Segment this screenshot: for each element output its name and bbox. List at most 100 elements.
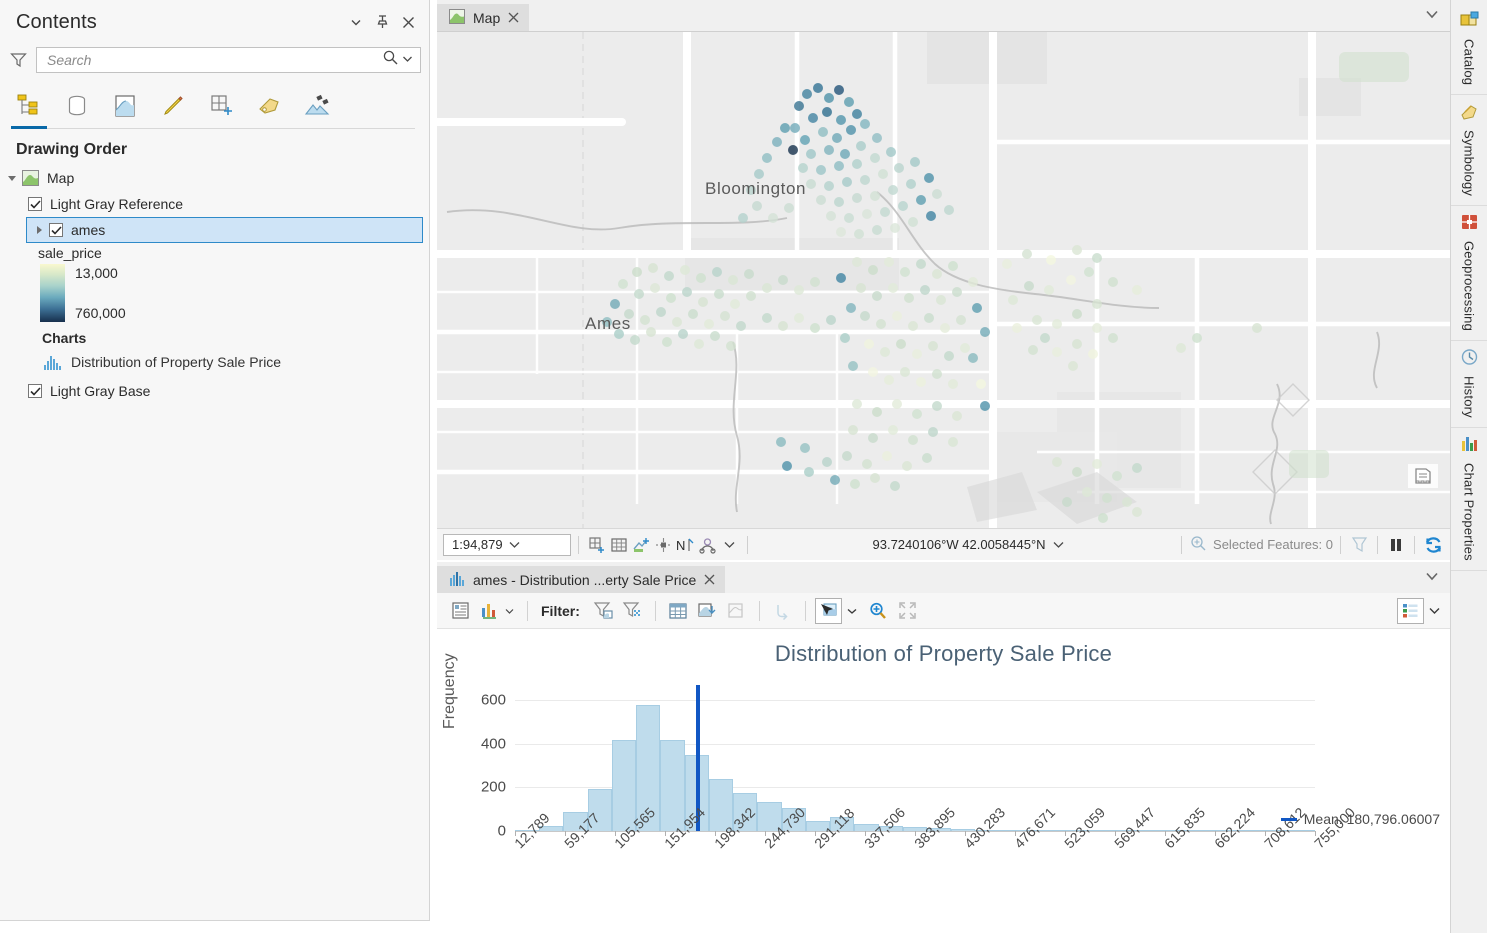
- ramp-max-label: 760,000: [75, 305, 126, 321]
- zoom-to-selection-icon[interactable]: [694, 598, 721, 624]
- map-canvas[interactable]: Bloomington Ames: [437, 31, 1450, 528]
- chart-selection-tool-icon[interactable]: [814, 597, 842, 624]
- map-tab-close-icon[interactable]: [508, 10, 519, 26]
- zoom-in-icon[interactable]: [865, 598, 892, 624]
- dock-tab-symbology[interactable]: Symbology: [1451, 95, 1487, 207]
- tree-item-light-gray-reference[interactable]: Light Gray Reference: [0, 191, 429, 217]
- divider: [1181, 535, 1183, 554]
- chart-legend[interactable]: Mean: 180,796.06007: [1280, 811, 1440, 827]
- layer-visibility-checkbox[interactable]: [28, 384, 42, 398]
- plot-wrapper: Frequency 0 200 400 600 12,789 59,177 105,565…: [437, 653, 1450, 873]
- chart-tab-bar: ames - Distribution ...erty Sale Price: [437, 562, 1450, 593]
- list-by-drawing-order-icon[interactable]: [8, 86, 50, 129]
- chart-tab-close-icon[interactable]: [704, 572, 715, 588]
- scale-chevron-down-icon[interactable]: [509, 537, 566, 552]
- link-views-icon[interactable]: [696, 534, 718, 556]
- map-tab-icon: [449, 8, 465, 27]
- layer-symbology: sale_price 13,000 760,000: [0, 243, 429, 322]
- coordinates-chevron-down-icon[interactable]: [1053, 537, 1064, 552]
- y-axis-tick-label: 600: [480, 691, 506, 709]
- close-icon[interactable]: [397, 11, 419, 33]
- layer-visibility-checkbox[interactable]: [28, 197, 42, 211]
- dock-tab-catalog[interactable]: Catalog: [1451, 4, 1487, 96]
- chart-type-chevron-down-icon[interactable]: [505, 602, 514, 620]
- tab-chart[interactable]: ames - Distribution ...erty Sale Price: [437, 566, 726, 593]
- contents-menu-chevron-icon[interactable]: [345, 11, 367, 33]
- search-options-chevron-icon[interactable]: [399, 51, 416, 69]
- clear-selection-icon[interactable]: [1348, 534, 1370, 556]
- list-by-data-source-icon[interactable]: [56, 86, 98, 126]
- add-bookmark-icon[interactable]: [630, 534, 652, 556]
- chart-list-item[interactable]: Distribution of Property Sale Price: [0, 350, 429, 374]
- full-extent-icon[interactable]: [894, 598, 921, 624]
- histogram-bar[interactable]: [660, 739, 685, 831]
- layer-visibility-checkbox[interactable]: [49, 223, 63, 237]
- dock-tab-chart-properties[interactable]: Chart Properties: [1451, 428, 1487, 572]
- color-ramp-labels: 13,000 760,000: [75, 264, 126, 322]
- switch-selection-icon[interactable]: [769, 598, 796, 624]
- add-grid-icon[interactable]: [586, 534, 608, 556]
- divider: [654, 600, 656, 621]
- charts-group-header: Charts: [42, 330, 87, 346]
- histogram-icon: [449, 571, 465, 589]
- chart-toolbar-right-group: [1397, 597, 1440, 624]
- list-by-labeling-icon[interactable]: [248, 86, 290, 126]
- north-arrow-icon[interactable]: N: [674, 534, 696, 556]
- select-features-icon[interactable]: [723, 598, 750, 624]
- list-by-editing-icon[interactable]: [152, 86, 194, 126]
- basemap-attribution-icon[interactable]: [1408, 464, 1438, 488]
- map-scale-combobox[interactable]: 1:94,879: [443, 533, 571, 556]
- chart-legend-chevron-down-icon[interactable]: [1429, 602, 1440, 620]
- map-coordinates-value: 93.7240106°W 42.0058445°N: [872, 537, 1046, 552]
- tree-item-light-gray-base[interactable]: Light Gray Base: [0, 378, 429, 404]
- search-icon[interactable]: [382, 49, 399, 71]
- map-panel-chevron-icon[interactable]: [1426, 6, 1438, 24]
- selection-tool-chevron-down-icon[interactable]: [847, 602, 857, 620]
- layer-label: ames: [71, 222, 106, 238]
- filter-by-extent-icon[interactable]: [590, 598, 617, 624]
- statusbar-chevron-down-icon[interactable]: [718, 534, 740, 556]
- list-by-snapping-icon[interactable]: [200, 86, 242, 126]
- search-box[interactable]: [36, 47, 421, 73]
- dock-tab-label: History: [1461, 376, 1477, 419]
- catalog-icon: [1460, 11, 1479, 34]
- refresh-icon[interactable]: [1422, 534, 1444, 556]
- filter-by-selection-icon[interactable]: [619, 598, 646, 624]
- y-axis-tick-label: 400: [480, 735, 506, 752]
- drawing-order-label: Drawing Order: [16, 141, 128, 158]
- divider: [1414, 535, 1415, 554]
- symbology-color-ramp-row: 13,000 760,000: [38, 264, 429, 322]
- symbology-field-name: sale_price: [38, 245, 102, 261]
- measure-icon[interactable]: [652, 534, 674, 556]
- pause-drawing-icon[interactable]: [1385, 534, 1407, 556]
- histogram-icon: [44, 355, 61, 370]
- grid-icon[interactable]: [608, 534, 630, 556]
- list-by-selection-icon[interactable]: [104, 86, 146, 126]
- selection-zoom-icon[interactable]: [1189, 535, 1208, 555]
- contents-search-row: [0, 44, 429, 76]
- chart-properties-icon[interactable]: [447, 598, 474, 624]
- expander-icon[interactable]: [31, 222, 47, 238]
- tree-item-ames[interactable]: ames: [26, 217, 423, 243]
- search-input[interactable]: [45, 51, 382, 69]
- list-by-raster-icon[interactable]: [296, 86, 338, 126]
- color-ramp-swatch: [40, 264, 65, 322]
- chart-panel: ames - Distribution ...erty Sale Price F…: [437, 562, 1450, 933]
- svg-text:Ames: Ames: [585, 314, 631, 333]
- pin-icon[interactable]: [371, 11, 393, 33]
- divider: [1377, 535, 1378, 554]
- chart-type-icon[interactable]: [476, 598, 503, 624]
- chart-legend-toggle-icon[interactable]: [1397, 597, 1424, 624]
- tree-item-map[interactable]: Map: [0, 165, 429, 191]
- expander-icon[interactable]: [4, 170, 20, 186]
- chart-panel-chevron-icon[interactable]: [1426, 568, 1438, 586]
- dock-tab-geoprocessing[interactable]: Geoprocessing: [1451, 206, 1487, 342]
- tab-map[interactable]: Map: [437, 4, 530, 31]
- filter-icon[interactable]: [6, 52, 30, 68]
- divider: [1340, 535, 1341, 554]
- dock-tab-label: Chart Properties: [1461, 463, 1477, 562]
- contents-title: Contents: [16, 10, 97, 33]
- open-table-icon[interactable]: [665, 598, 692, 624]
- map-status-bar: 1:94,879 N 93.7240106°W 42.0058445°N Sel…: [437, 528, 1450, 560]
- dock-tab-history[interactable]: History: [1451, 341, 1487, 429]
